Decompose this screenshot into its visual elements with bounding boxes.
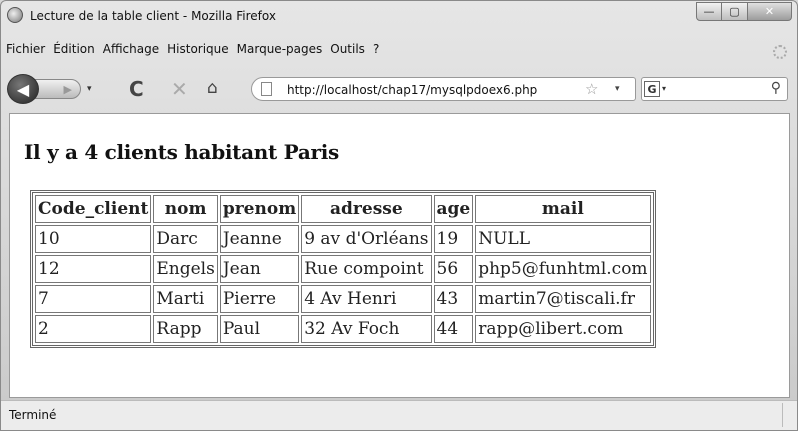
cell-adresse: 4 Av Henri — [301, 285, 432, 313]
close-button[interactable]: ✕ — [748, 2, 792, 21]
history-dropdown-icon[interactable]: ▾ — [87, 84, 92, 94]
cell-mail: rapp@libert.com — [475, 315, 651, 343]
page-content: Il y a 4 clients habitant Paris Code_cli… — [9, 113, 790, 398]
header-age: age — [433, 195, 474, 223]
menu-aide[interactable]: ? — [373, 42, 379, 60]
table-row: 10 Darc Jeanne 9 av d'Orléans 19 NULL — [35, 225, 651, 253]
menu-marque-pages[interactable]: Marque-pages — [237, 42, 323, 60]
cell-adresse: Rue compoint — [301, 255, 432, 283]
url-text[interactable]: http://localhost/chap17/mysqlpdoex6.php — [287, 83, 537, 97]
stop-button[interactable]: ✕ — [171, 77, 188, 101]
search-icon[interactable]: ⚲ — [771, 80, 781, 96]
status-divider — [782, 403, 783, 427]
page-heading: Il y a 4 clients habitant Paris — [24, 140, 339, 164]
maximize-button[interactable]: ▢ — [722, 2, 748, 21]
forward-arrow-icon: ▶ — [63, 82, 72, 96]
menu-edition[interactable]: Édition — [53, 42, 95, 60]
cell-age: 43 — [433, 285, 474, 313]
header-mail: mail — [475, 195, 651, 223]
cell-prenom: Paul — [219, 315, 300, 343]
firefox-icon — [7, 7, 23, 23]
header-adresse: adresse — [301, 195, 432, 223]
header-prenom: prenom — [219, 195, 300, 223]
navigation-toolbar: ▶ ◀ ▾ C ✕ ⌂ http://localhost/chap17/mysq… — [1, 63, 797, 113]
window-title: Lecture de la table client - Mozilla Fir… — [30, 9, 276, 23]
menu-historique[interactable]: Historique — [167, 42, 229, 60]
home-button[interactable]: ⌂ — [207, 78, 218, 98]
search-engine-icon[interactable]: G — [644, 81, 660, 97]
cell-adresse: 9 av d'Orléans — [301, 225, 432, 253]
page-icon — [261, 82, 272, 96]
cell-nom: Rapp — [153, 315, 218, 343]
table-header-row: Code_client nom prenom adresse age mail — [35, 195, 651, 223]
url-bar[interactable]: http://localhost/chap17/mysqlpdoex6.php … — [251, 77, 636, 101]
cell-age: 56 — [433, 255, 474, 283]
cell-prenom: Pierre — [219, 285, 300, 313]
reload-button[interactable]: C — [129, 77, 144, 101]
menu-fichier[interactable]: Fichier — [6, 42, 45, 60]
cell-prenom: Jeanne — [219, 225, 300, 253]
cell-age: 44 — [433, 315, 474, 343]
browser-window: Lecture de la table client - Mozilla Fir… — [0, 0, 798, 431]
throbber-icon — [773, 45, 787, 59]
search-engine-dropdown-icon[interactable]: ▾ — [662, 84, 666, 93]
cell-age: 19 — [433, 225, 474, 253]
cell-prenom: Jean — [219, 255, 300, 283]
table-row: 12 Engels Jean Rue compoint 56 php5@funh… — [35, 255, 651, 283]
url-dropdown-icon[interactable]: ▾ — [615, 84, 620, 94]
cell-code-client: 7 — [35, 285, 152, 313]
minimize-button[interactable]: — — [696, 2, 722, 21]
menu-bar: Fichier Édition Affichage Historique Mar… — [1, 42, 797, 60]
search-bar[interactable]: G ▾ ⚲ — [641, 77, 788, 101]
table-row: 2 Rapp Paul 32 Av Foch 44 rapp@libert.co… — [35, 315, 651, 343]
title-bar: Lecture de la table client - Mozilla Fir… — [1, 1, 797, 31]
status-bar: Terminé — [1, 400, 797, 430]
back-button[interactable]: ◀ — [7, 74, 39, 104]
cell-code-client: 10 — [35, 225, 152, 253]
menu-affichage[interactable]: Affichage — [103, 42, 159, 60]
bookmark-star-icon[interactable]: ☆ — [585, 80, 598, 98]
cell-mail: NULL — [475, 225, 651, 253]
cell-code-client: 12 — [35, 255, 152, 283]
header-code-client: Code_client — [35, 195, 152, 223]
status-text: Terminé — [9, 408, 57, 422]
table-row: 7 Marti Pierre 4 Av Henri 43 martin7@tis… — [35, 285, 651, 313]
cell-adresse: 32 Av Foch — [301, 315, 432, 343]
cell-mail: martin7@tiscali.fr — [475, 285, 651, 313]
header-nom: nom — [153, 195, 218, 223]
back-forward-group: ▶ ◀ ▾ — [7, 74, 111, 104]
cell-nom: Darc — [153, 225, 218, 253]
cell-nom: Engels — [153, 255, 218, 283]
back-arrow-icon: ◀ — [16, 79, 30, 99]
window-controls: — ▢ ✕ — [696, 2, 792, 22]
cell-nom: Marti — [153, 285, 218, 313]
cell-mail: php5@funhtml.com — [475, 255, 651, 283]
clients-table: Code_client nom prenom adresse age mail … — [30, 190, 656, 348]
menu-outils[interactable]: Outils — [330, 42, 365, 60]
cell-code-client: 2 — [35, 315, 152, 343]
